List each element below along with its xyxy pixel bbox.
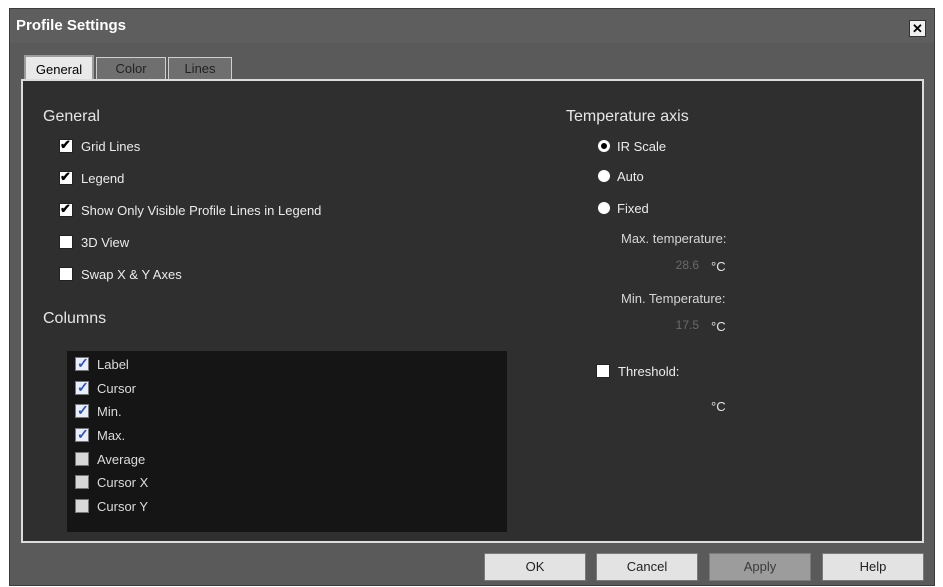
- max-temperature-unit: °C: [711, 259, 726, 274]
- column-average-checkbox[interactable]: [75, 452, 89, 466]
- swap-axes-label: Swap X & Y Axes: [81, 266, 182, 282]
- column-min-checkbox[interactable]: [75, 402, 89, 419]
- column-item-text: Cursor X: [97, 474, 149, 490]
- grid-lines-checkbox[interactable]: [59, 137, 73, 153]
- min-temperature-unit: °C: [711, 319, 726, 334]
- column-item-text: Cursor: [97, 380, 137, 396]
- tab-general[interactable]: General: [24, 55, 94, 81]
- dialog-title: Profile Settings: [16, 17, 127, 34]
- ir-scale-option[interactable]: IR Scale: [597, 137, 666, 155]
- column-item-cursor[interactable]: Cursor: [75, 379, 137, 396]
- fixed-option[interactable]: Fixed: [597, 199, 649, 217]
- threshold-unit: °C: [711, 399, 726, 414]
- swap-axes-checkbox[interactable]: [59, 267, 73, 281]
- auto-option[interactable]: Auto: [597, 167, 644, 185]
- auto-label: Auto: [617, 168, 644, 184]
- ir-scale-label: IR Scale: [617, 138, 667, 154]
- visible-lines-legend-label: Show Only Visible Profile Lines in Legen…: [81, 202, 322, 218]
- min-temperature-label: Min. Temperature:: [621, 291, 726, 306]
- column-item-text: Max.: [97, 427, 126, 443]
- column-cursor-y-checkbox[interactable]: [75, 499, 89, 513]
- threshold-label: Threshold:: [618, 363, 680, 379]
- cancel-button[interactable]: Cancel: [596, 553, 698, 581]
- column-label-checkbox[interactable]: [75, 355, 89, 372]
- legend-option[interactable]: Legend: [59, 169, 124, 187]
- temperature-axis-heading: Temperature axis: [566, 108, 689, 125]
- visible-lines-legend-option[interactable]: Show Only Visible Profile Lines in Legen…: [59, 201, 321, 219]
- threshold-checkbox[interactable]: [596, 364, 610, 378]
- 3d-view-option[interactable]: 3D View: [59, 233, 129, 251]
- tab-color[interactable]: Color: [96, 57, 166, 79]
- 3d-view-checkbox[interactable]: [59, 235, 73, 249]
- ok-button[interactable]: OK: [484, 553, 586, 581]
- legend-checkbox[interactable]: [59, 169, 73, 185]
- general-heading: General: [43, 108, 100, 125]
- column-cursor-x-checkbox[interactable]: [75, 475, 89, 489]
- min-temperature-field[interactable]: 17.5: [649, 318, 699, 332]
- column-item-max[interactable]: Max.: [75, 426, 126, 443]
- tab-lines[interactable]: Lines: [168, 57, 232, 79]
- column-item-text: Min.: [97, 403, 122, 419]
- max-temperature-label: Max. temperature:: [621, 231, 727, 246]
- profile-settings-dialog: Profile Settings ✕ General Color Lines G…: [9, 8, 935, 586]
- column-item-label[interactable]: Label: [75, 355, 129, 372]
- ir-scale-radio[interactable]: [597, 139, 611, 153]
- general-tab-panel: General Grid Lines Legend Show Only Visi…: [21, 79, 924, 543]
- visible-lines-legend-checkbox[interactable]: [59, 201, 73, 217]
- column-item-text: Label: [97, 356, 129, 372]
- 3d-view-label: 3D View: [81, 234, 130, 250]
- column-cursor-checkbox[interactable]: [75, 379, 89, 396]
- column-item-cursor-y[interactable]: Cursor Y: [75, 498, 148, 514]
- columns-list[interactable]: Label Cursor Min. Max. Average Cursor X: [67, 351, 507, 532]
- max-temperature-field[interactable]: 28.6: [649, 258, 699, 272]
- title-bar[interactable]: Profile Settings ✕: [10, 9, 934, 43]
- fixed-label: Fixed: [617, 200, 649, 216]
- close-icon[interactable]: ✕: [909, 20, 926, 37]
- grid-lines-option[interactable]: Grid Lines: [59, 137, 140, 155]
- column-item-text: Average: [97, 451, 146, 467]
- column-max-checkbox[interactable]: [75, 426, 89, 443]
- grid-lines-label: Grid Lines: [81, 138, 141, 154]
- auto-radio[interactable]: [597, 169, 611, 183]
- help-button[interactable]: Help: [822, 553, 924, 581]
- swap-axes-option[interactable]: Swap X & Y Axes: [59, 265, 182, 283]
- column-item-average[interactable]: Average: [75, 451, 145, 467]
- threshold-option[interactable]: Threshold:: [596, 362, 679, 380]
- column-item-min[interactable]: Min.: [75, 402, 122, 419]
- columns-heading: Columns: [43, 310, 107, 327]
- apply-button[interactable]: Apply: [709, 553, 811, 581]
- fixed-radio[interactable]: [597, 201, 611, 215]
- column-item-text: Cursor Y: [97, 498, 149, 514]
- legend-label: Legend: [81, 170, 125, 186]
- column-item-cursor-x[interactable]: Cursor X: [75, 474, 148, 490]
